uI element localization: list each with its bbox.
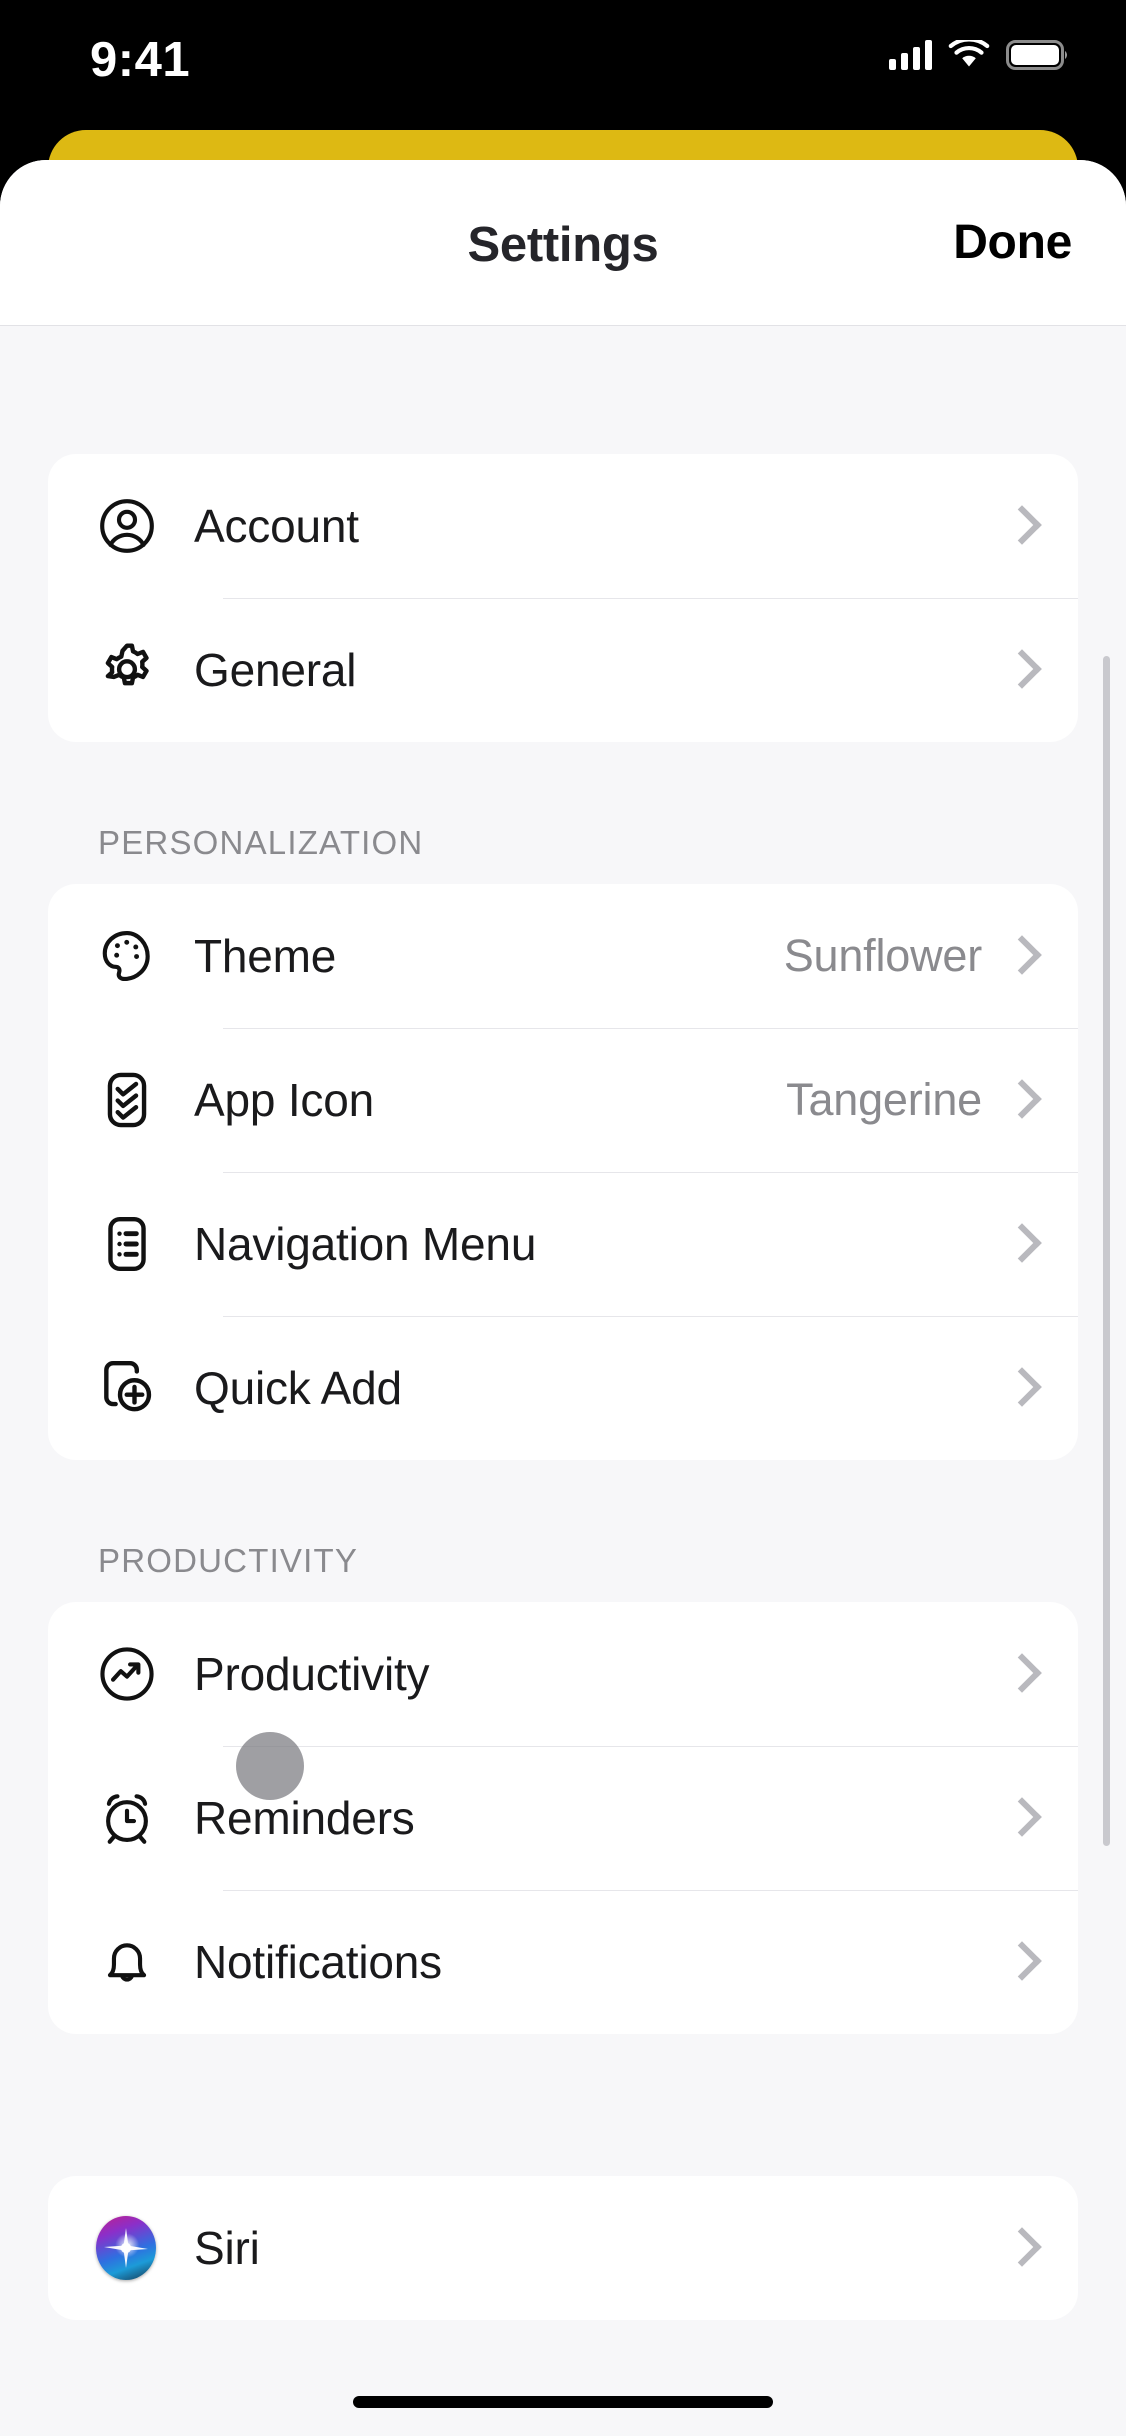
chart-trending-up-circle-icon — [96, 1643, 180, 1705]
settings-row-label: Siri — [194, 2222, 260, 2274]
chevron-right-icon — [1008, 2224, 1034, 2272]
status-bar-indicators — [889, 40, 1068, 70]
chevron-right-icon — [1008, 932, 1034, 980]
chevron-right-icon — [1008, 1220, 1034, 1268]
settings-row-notifications[interactable]: Notifications — [48, 1890, 1078, 2034]
settings-row-account[interactable]: Account — [48, 454, 1078, 598]
app-icon-checklist-icon — [96, 1069, 180, 1131]
settings-row-label: App Icon — [194, 1074, 374, 1126]
settings-row-value: Tangerine — [786, 1074, 982, 1125]
settings-row-navigation-menu[interactable]: Navigation Menu — [48, 1172, 1078, 1316]
chevron-right-icon — [1008, 502, 1034, 550]
navigation-bar: Settings Done — [0, 160, 1126, 326]
settings-row-label: Reminders — [194, 1792, 415, 1844]
section-header-productivity: PRODUCTIVITY — [98, 1542, 359, 1579]
chevron-right-icon — [1008, 1364, 1034, 1412]
settings-row-theme[interactable]: Theme Sunflower — [48, 884, 1078, 1028]
settings-sheet: Settings Done Account General PERSONALIZ… — [0, 160, 1126, 2436]
home-indicator — [353, 2396, 773, 2408]
settings-group-productivity: Productivity Reminders Notifications — [48, 1602, 1078, 2034]
list-menu-icon — [96, 1213, 180, 1275]
person-circle-icon — [96, 495, 180, 557]
settings-row-siri[interactable]: Siri — [48, 2176, 1078, 2320]
done-button[interactable]: Done — [953, 215, 1072, 270]
cellular-bars-icon — [889, 40, 932, 70]
bell-icon — [96, 1931, 180, 1993]
chevron-right-icon — [1008, 1076, 1034, 1124]
alarm-clock-icon — [96, 1787, 180, 1849]
chevron-right-icon — [1008, 1938, 1034, 1986]
settings-row-productivity[interactable]: Productivity — [48, 1602, 1078, 1746]
phone-screen: 9:41 Settings Done Account General PERSO… — [0, 0, 1126, 2436]
settings-row-value: Sunflower — [783, 930, 983, 981]
settings-group-account: Account General — [48, 454, 1078, 742]
chevron-right-icon — [1008, 1794, 1034, 1842]
section-header-personalization: PERSONALIZATION — [98, 824, 424, 861]
settings-row-label: Productivity — [194, 1648, 430, 1700]
settings-scroll-content[interactable]: Account General PERSONALIZATION Theme Su… — [0, 326, 1126, 2436]
document-plus-icon — [96, 1357, 180, 1419]
scrollbar-thumb[interactable] — [1103, 656, 1110, 1846]
settings-row-label: Theme — [194, 930, 337, 982]
status-bar-time: 9:41 — [90, 33, 191, 87]
settings-group-siri: Siri — [48, 2176, 1078, 2320]
siri-icon — [96, 2216, 180, 2280]
settings-row-label: Navigation Menu — [194, 1218, 537, 1270]
settings-group-personalization: Theme Sunflower App Icon Tangerine Navig… — [48, 884, 1078, 1460]
chevron-right-icon — [1008, 646, 1034, 694]
settings-row-app-icon[interactable]: App Icon Tangerine — [48, 1028, 1078, 1172]
settings-row-label: Quick Add — [194, 1362, 402, 1414]
wifi-icon — [948, 40, 990, 67]
status-bar: 9:41 — [0, 0, 1126, 140]
settings-row-reminders[interactable]: Reminders — [48, 1746, 1078, 1890]
settings-row-general[interactable]: General — [48, 598, 1078, 742]
gear-icon — [96, 639, 180, 701]
settings-row-label: Account — [194, 500, 359, 552]
settings-row-quick-add[interactable]: Quick Add — [48, 1316, 1078, 1460]
palette-icon — [96, 925, 180, 987]
battery-full-icon — [1006, 40, 1067, 70]
settings-row-label: General — [194, 644, 357, 696]
settings-row-label: Notifications — [194, 1936, 442, 1988]
chevron-right-icon — [1008, 1650, 1034, 1698]
